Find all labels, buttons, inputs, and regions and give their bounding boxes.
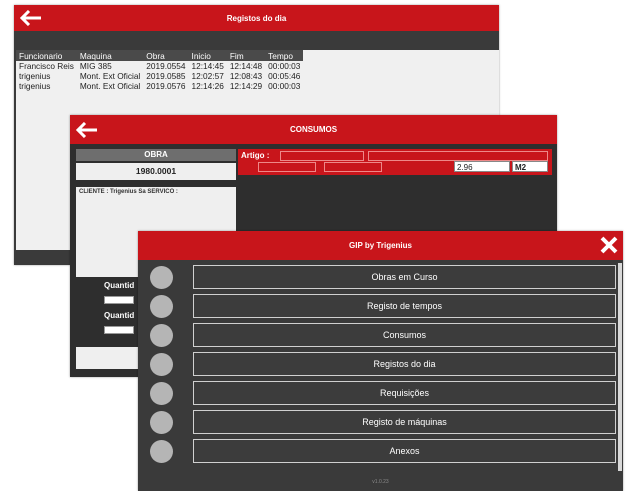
back-arrow-icon[interactable] [20,10,42,26]
quantity-field[interactable]: 2.96 [454,161,510,172]
artigo-description-field[interactable] [368,151,548,161]
menu-circle-icon [150,382,173,405]
table-cell: Francisco Reis [16,61,77,71]
table-row[interactable]: Francisco Reis MIG 385 2019.0554 12:14:4… [16,61,304,71]
menu-circle-icon [150,353,173,376]
screen: Registos do dia Funcionario Maquina Obra… [0,0,626,491]
registos-title: Registos do dia [226,13,287,23]
table-cell: 12:02:57 [188,71,227,81]
table-cell: Mont. Ext Oficial [76,81,144,91]
quantidade-label: Quantid [104,281,135,290]
menu-item-consumos: Consumos [138,321,616,350]
registo-de-maquinas-button[interactable]: Registo de máquinas [193,410,616,434]
consumos-title: CONSUMOS [289,125,338,134]
menu-item-registo-de-tempos: Registo de tempos [138,292,616,321]
menu-item-obras-em-curso: Obras em Curso [138,263,616,292]
table-row[interactable]: trigenius Mont. Ext Oficial 2019.0585 12… [16,71,304,81]
table-cell: 12:14:45 [188,61,227,71]
obra-label: OBRA [76,149,236,161]
menu-circle-icon [150,324,173,347]
menu-circle-icon [150,440,173,463]
unit-field: M2 [512,161,548,172]
requisicoes-button[interactable]: Requisições [193,381,616,405]
column-header[interactable]: Inicio [188,50,227,61]
registo-de-tempos-button[interactable]: Registo de tempos [193,294,616,318]
menu-titlebar: GIP by Trigenius [138,231,623,260]
consumos-button[interactable]: Consumos [193,323,616,347]
quantidade-label: Quantid [104,311,135,320]
menu-item-requisicoes: Requisições [138,379,616,408]
back-arrow-icon[interactable] [76,121,98,138]
main-menu-window: GIP by Trigenius Obras em Curso Registo … [138,231,623,491]
table-cell: 12:14:29 [226,81,266,91]
obra-number: 1980.0001 [76,163,236,180]
table-cell: 00:05:46 [265,71,304,81]
menu-scrollbar[interactable] [618,263,622,471]
menu-circle-icon [150,411,173,434]
column-header[interactable]: Obra [143,50,189,61]
quantidade-input[interactable] [104,326,134,334]
table-cell: 2019.0585 [143,71,189,81]
quantidade-input[interactable] [104,296,134,304]
artigo-code-field[interactable] [280,151,364,161]
table-cell: 12:14:48 [226,61,266,71]
table-cell: Mont. Ext Oficial [76,71,144,81]
artigo-extra-field[interactable] [258,162,316,172]
table-cell: 00:00:03 [265,61,304,71]
column-header[interactable]: Funcionario [16,50,77,61]
table-row[interactable]: trigenius Mont. Ext Oficial 2019.0576 12… [16,81,304,91]
table-cell: 00:00:03 [265,81,304,91]
registos-table: Funcionario Maquina Obra Inicio Fim Temp… [16,50,304,91]
table-cell: 12:14:26 [188,81,227,91]
registos-do-dia-button[interactable]: Registos do dia [193,352,616,376]
table-cell: MIG 385 [76,61,144,71]
menu-item-anexos: Anexos [138,437,616,466]
artigo-label: Artigo : [241,151,270,160]
consumos-titlebar: CONSUMOS [70,115,557,144]
artigo-panel: Artigo : 2.96 M2 [238,149,552,175]
menu-circle-icon [150,295,173,318]
column-header[interactable]: Tempo [265,50,304,61]
version-label: v1.0.23 [372,479,389,485]
obras-em-curso-button[interactable]: Obras em Curso [193,265,616,289]
table-cell: trigenius [16,81,77,91]
table-cell: trigenius [16,71,77,81]
registos-titlebar: Registos do dia [14,5,499,31]
anexos-button[interactable]: Anexos [193,439,616,463]
table-header-row: Funcionario Maquina Obra Inicio Fim Temp… [16,50,304,61]
close-icon[interactable] [599,235,619,255]
column-header[interactable]: Maquina [76,50,144,61]
table-cell: 2019.0576 [143,81,189,91]
table-cell: 2019.0554 [143,61,189,71]
table-cell: 12:08:43 [226,71,266,81]
menu-title: GIP by Trigenius [349,241,412,250]
column-header[interactable]: Fim [226,50,266,61]
menu-circle-icon [150,266,173,289]
menu-item-registos-do-dia: Registos do dia [138,350,616,379]
menu-item-registo-de-maquinas: Registo de máquinas [138,408,616,437]
artigo-extra-field[interactable] [324,162,382,172]
